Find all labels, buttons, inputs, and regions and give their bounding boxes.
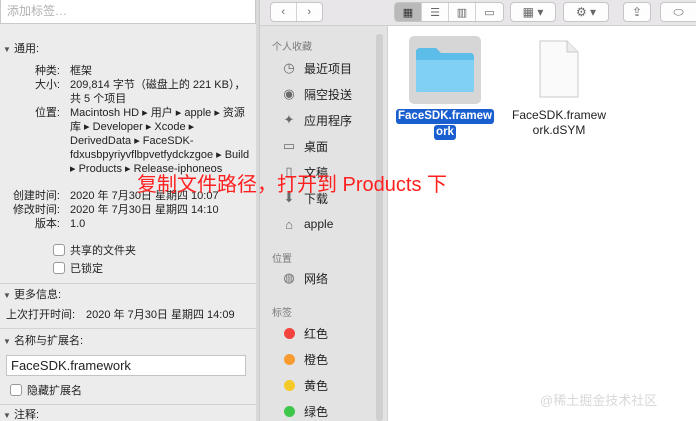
finder-sidebar: 个人收藏 ◷ 最近项目 ◉ 隔空投送 ✦ 应用程序 ▭ 桌面 ▯ 文稿 ⬇ 下载 ⌂ appl… (260, 26, 388, 421)
last-opened-value: 2020 年 7月30日 星期四 14:09 (86, 309, 235, 321)
general-section-header[interactable]: ▼ 通用: (0, 40, 259, 59)
group-icon: ▦ ▾ (522, 5, 544, 19)
group-button[interactable]: ▦ ▾ (510, 2, 556, 22)
hide-extension-checkbox[interactable]: 隐藏扩展名 (10, 384, 82, 398)
orange-dot-icon (283, 353, 295, 365)
sidebar-item-home[interactable]: ⌂ apple (280, 214, 333, 234)
favorites-header: 个人收藏 (272, 42, 312, 53)
globe-icon: ◍ (283, 270, 295, 285)
disclosure-down-icon[interactable]: ▼ (0, 41, 14, 59)
airdrop-icon: ◉ (283, 86, 295, 101)
disclosure-down-icon[interactable]: ▼ (0, 407, 14, 421)
selection-highlight (409, 36, 481, 104)
divider (0, 283, 259, 284)
kind-value: 框架 (70, 65, 92, 77)
modified-label: 修改时间: (12, 204, 60, 216)
nav-buttons: ‹ › (270, 2, 323, 22)
finder-toolbar: ‹ › ▦ ☰ ▥ ▭ ▦ ▾ ⚙ ▾ ⇪ ⬭ (260, 0, 696, 26)
forward-icon[interactable]: › (297, 3, 322, 21)
version-value: 1.0 (70, 218, 86, 230)
home-icon: ⌂ (285, 216, 293, 232)
green-dot-icon (283, 405, 295, 417)
file-name-line: FaceSDK.framew (511, 108, 607, 122)
sidebar-item-tag-red[interactable]: 红色 (280, 323, 328, 343)
sidebar-item-recents[interactable]: ◷ 最近项目 (280, 58, 352, 78)
sidebar-item-tag-yellow[interactable]: 黄色 (280, 375, 328, 395)
view-mode-segment: ▦ ☰ ▥ ▭ (394, 2, 504, 22)
checkbox-box[interactable] (53, 262, 65, 274)
gear-icon: ⚙ ▾ (575, 5, 597, 19)
tag-icon: ⬭ (673, 4, 684, 19)
disclosure-down-icon[interactable]: ▼ (0, 287, 14, 305)
locations-header: 位置 (272, 254, 292, 265)
sidebar-item-tag-orange[interactable]: 橙色 (280, 349, 328, 369)
sidebar-item-tag-green[interactable]: 绿色 (280, 401, 328, 421)
watermark: @稀土掘金技术社区 (540, 393, 658, 408)
sidebar-item-airdrop[interactable]: ◉ 隔空投送 (280, 84, 352, 104)
document-icon (539, 40, 579, 98)
where-label: 位置: (34, 107, 60, 119)
more-info-section-header[interactable]: ▼ 更多信息: (0, 286, 259, 305)
created-label: 创建时间: (12, 190, 60, 202)
sidebar-item-network[interactable]: ◍ 网络 (280, 268, 328, 288)
file-name-line: ork.dSYM (532, 123, 586, 137)
locked-checkbox[interactable]: 已锁定 (53, 262, 103, 276)
annotation-text: 复制文件路径，打开到 Products 下 (137, 174, 448, 196)
tags-input[interactable]: 添加标签… (0, 0, 256, 24)
clock-icon: ◷ (283, 60, 295, 75)
sidebar-scrollbar[interactable] (376, 34, 383, 421)
red-dot-icon (283, 327, 295, 339)
folder-icon (416, 48, 474, 92)
where-value: Macintosh HD ▸ 用户 ▸ apple ▸ 资源库 ▸ Develo… (70, 107, 250, 175)
desktop-icon: ▭ (282, 138, 296, 153)
comments-section-header[interactable]: ▼ 注释: (0, 406, 259, 421)
last-opened-label: 上次打开时间: (6, 309, 76, 321)
modified-value: 2020 年 7月30日 星期四 14:10 (70, 204, 219, 216)
share-button[interactable]: ⇪ (623, 2, 651, 22)
checkbox-box[interactable] (53, 244, 65, 256)
tags-header: 标签 (272, 308, 292, 319)
checkbox-box[interactable] (10, 384, 22, 396)
kind-label: 种类: (34, 65, 60, 77)
divider (0, 328, 259, 329)
gallery-view-icon[interactable]: ▭ (476, 3, 503, 21)
version-label: 版本: (34, 218, 60, 230)
divider (0, 404, 259, 405)
sidebar-item-desktop[interactable]: ▭ 桌面 (280, 136, 328, 156)
list-view-icon[interactable]: ☰ (422, 3, 449, 21)
column-view-icon[interactable]: ▥ (449, 3, 476, 21)
file-browser: FaceSDK.framew ork FaceSDK.framew ork.dS… (389, 26, 696, 421)
shared-folder-checkbox[interactable]: 共享的文件夹 (53, 244, 136, 258)
yellow-dot-icon (283, 379, 295, 391)
share-icon: ⇪ (631, 5, 643, 19)
size-label: 大小: (34, 79, 60, 91)
sidebar-item-applications[interactable]: ✦ 应用程序 (280, 110, 352, 130)
tags-button[interactable]: ⬭ (660, 2, 696, 22)
name-ext-section-header[interactable]: ▼ 名称与扩展名: (0, 332, 259, 351)
apps-icon: ✦ (283, 112, 295, 127)
file-item-dsym[interactable]: FaceSDK.framew ork.dSYM (505, 36, 613, 138)
name-field[interactable]: FaceSDK.framework (6, 355, 246, 376)
action-button[interactable]: ⚙ ▾ (563, 2, 609, 22)
file-name-line: FaceSDK.framew (396, 109, 494, 124)
back-icon[interactable]: ‹ (271, 3, 297, 21)
icon-view-icon[interactable]: ▦ (395, 3, 422, 21)
size-value: 209,814 字节（磁盘上的 221 KB），共 5 个项目 (70, 79, 246, 105)
file-name-line: ork (434, 125, 456, 140)
info-panel: 添加标签… ▼ 通用: 种类: 框架 大小: 209,814 字节（磁盘上的 221 … (0, 0, 260, 421)
file-item-framework[interactable]: FaceSDK.framew ork (391, 36, 499, 140)
disclosure-down-icon[interactable]: ▼ (0, 333, 14, 351)
